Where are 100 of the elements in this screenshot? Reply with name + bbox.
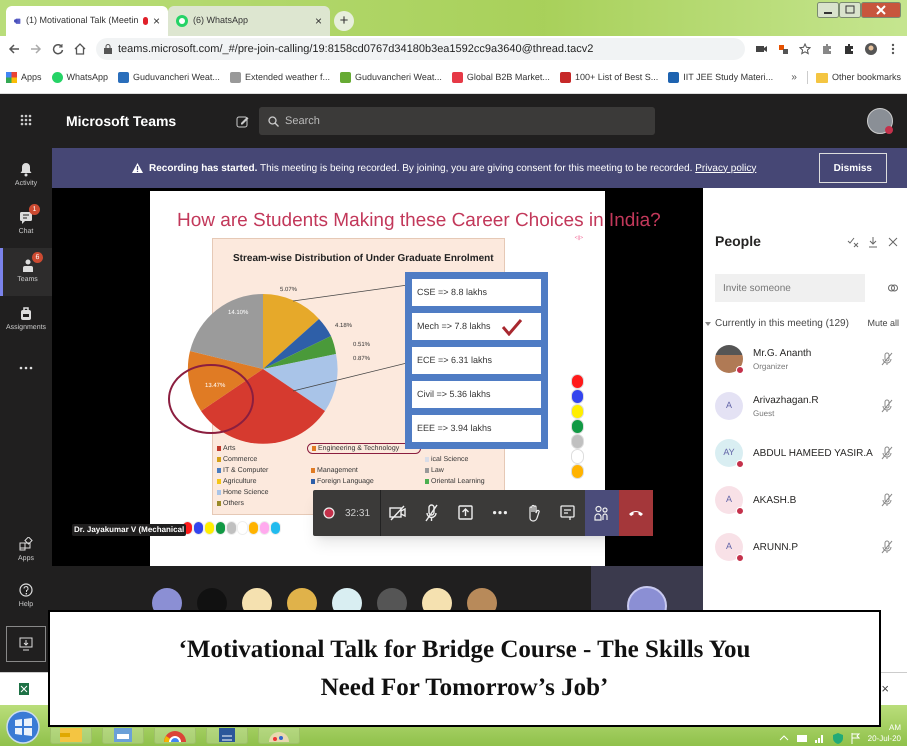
- mic-off-icon: [881, 352, 893, 366]
- chart-title: Stream-wise Distribution of Under Graduate Enrolment: [233, 252, 494, 266]
- warning-icon: [132, 163, 143, 173]
- mute-all-button[interactable]: Mute all: [867, 316, 899, 330]
- caption-text: Need For Tomorrow’s Job’: [320, 672, 608, 702]
- recording-icon: [323, 507, 335, 519]
- maximize-icon[interactable]: [839, 2, 861, 18]
- download-icon[interactable]: [867, 236, 879, 248]
- profile-icon[interactable]: [865, 43, 877, 55]
- branch-item: ECE => 6.31 lakhs: [412, 347, 541, 374]
- back-icon[interactable]: [8, 43, 20, 55]
- participant-row[interactable]: Mr.G. Ananth Organizer: [715, 341, 899, 377]
- lock-icon: [104, 44, 112, 54]
- bookmark[interactable]: WhatsApp: [52, 70, 108, 84]
- search-icon: [268, 116, 279, 127]
- taskbar-app[interactable]: [154, 728, 196, 744]
- app-launcher-icon[interactable]: [20, 114, 32, 126]
- close-icon[interactable]: [861, 2, 901, 18]
- invite-field[interactable]: Invite someone: [715, 274, 865, 302]
- browser-tab[interactable]: (1) Motivational Talk (Meetin ×: [6, 6, 168, 36]
- close-button[interactable]: ×: [881, 679, 889, 699]
- bookmark-folder[interactable]: Other bookmarks: [806, 70, 901, 84]
- search-field[interactable]: Search: [259, 107, 655, 135]
- caption-text: ‘Motivational Talk for Bridge Course - The Skills You: [178, 634, 750, 664]
- file-explorer-icon: [57, 728, 85, 742]
- new-tab-button[interactable]: +: [334, 11, 354, 31]
- branch-item: Mech => 7.8 lakhs: [412, 313, 541, 340]
- address-field[interactable]: teams.microsoft.com/_#/pre-join-calling/19:8158cd0767d34180b3ea1592cc9a3640@thread.tacv2: [96, 38, 745, 60]
- participant-row[interactable]: A ARUNN.P: [715, 529, 899, 565]
- start-button-icon[interactable]: [6, 710, 40, 744]
- more-icon: [493, 511, 508, 515]
- home-icon[interactable]: [74, 43, 86, 55]
- reload-icon[interactable]: [52, 43, 64, 55]
- dismiss-button[interactable]: Dismiss: [818, 153, 887, 183]
- avatar[interactable]: [867, 108, 893, 134]
- taskbar-app[interactable]: [258, 728, 300, 744]
- backpack-icon: [19, 306, 33, 322]
- participant-row[interactable]: A AKASH.B: [715, 482, 899, 518]
- compose-icon[interactable]: [236, 114, 249, 128]
- puzzle-icon[interactable]: [843, 43, 855, 55]
- bookmark[interactable]: Apps: [6, 70, 42, 84]
- tab-title: (1) Motivational Talk (Meetin: [26, 14, 138, 28]
- branch-item: Civil => 5.36 lakhs: [412, 381, 541, 408]
- presenter-name: Dr. Jayakumar V (Mechanical: [72, 524, 186, 536]
- download-icon: [19, 637, 33, 651]
- people-icon: [20, 258, 34, 274]
- bookmark[interactable]: Extended weather f...: [230, 70, 330, 84]
- mic-off-icon: [881, 493, 893, 507]
- avatar: A: [715, 392, 743, 420]
- more-bookmarks-button[interactable]: »: [791, 70, 797, 85]
- avatar: A: [715, 533, 743, 561]
- browser-icon: [161, 728, 189, 742]
- apps-icon: [19, 537, 33, 552]
- help-icon: [19, 583, 33, 598]
- participant-name: Mr.G. Ananth: [753, 346, 812, 360]
- mic-off-icon: [881, 540, 893, 554]
- close-tab-button[interactable]: ×: [314, 12, 322, 30]
- bookmark[interactable]: Global B2B Market...: [452, 70, 550, 84]
- bookmark[interactable]: Guduvancheri Weat...: [340, 70, 442, 84]
- tab-title: (6) WhatsApp: [193, 14, 250, 28]
- participants-button[interactable]: [585, 490, 620, 536]
- participant-name: Arivazhagan.R: [753, 394, 820, 408]
- app-title: Microsoft Teams: [66, 112, 178, 130]
- participant-role: Guest: [753, 408, 776, 420]
- mic-off-icon: [881, 446, 893, 460]
- star-icon[interactable]: [799, 43, 811, 55]
- permissions-icon[interactable]: [847, 236, 859, 248]
- phone-icon: [629, 510, 644, 516]
- bookmark[interactable]: IIT JEE Study Materi...: [668, 70, 774, 84]
- bookmark[interactable]: 100+ List of Best S...: [560, 70, 658, 84]
- chat-icon: [19, 210, 33, 226]
- call-timer: 32:31: [345, 506, 370, 520]
- participant-row[interactable]: A Arivazhagan.R Guest: [715, 388, 899, 424]
- bell-icon: [19, 162, 33, 178]
- participant-name: ARUNN.P: [753, 540, 800, 554]
- participant-role: Organizer: [753, 360, 790, 372]
- extension-icon[interactable]: [821, 43, 833, 55]
- privacy-policy-link[interactable]: Privacy policy: [695, 162, 756, 174]
- branch-item: CSE => 8.8 lakhs: [412, 279, 541, 306]
- minimize-icon[interactable]: [817, 2, 839, 18]
- participant-name: ABDUL HAMEED YASIR.A: [753, 446, 871, 460]
- camera-icon[interactable]: [755, 43, 767, 55]
- slide-title: How are Students Making these Career Choices in India?: [177, 209, 661, 233]
- link-icon[interactable]: [887, 282, 899, 294]
- browser-tab[interactable]: (6) WhatsApp ×: [168, 6, 330, 36]
- device-button[interactable]: [6, 626, 46, 662]
- participant-row[interactable]: AY ABDUL HAMEED YASIR.A: [715, 435, 899, 471]
- mic-off-icon: [881, 399, 893, 413]
- participant-name: AKASH.B: [753, 494, 798, 508]
- panel-title: People: [715, 232, 761, 251]
- avatar: AY: [715, 439, 743, 467]
- close-icon[interactable]: [887, 236, 899, 248]
- avatar: A: [715, 486, 743, 514]
- share-screen-icon: [457, 504, 476, 522]
- taskbar-app[interactable]: [206, 728, 248, 744]
- section-header[interactable]: Currently in this meeting (129): [705, 316, 849, 331]
- close-tab-button[interactable]: ×: [152, 12, 160, 30]
- branch-item: EEE => 3.94 lakhs: [412, 415, 541, 442]
- bookmark[interactable]: Guduvancheri Weat...: [118, 70, 220, 84]
- recording-notice: Recording has started. This meeting is being recorded. By joining, you are giving consent for this meeting to be recorded. Privacy policy: [149, 162, 756, 176]
